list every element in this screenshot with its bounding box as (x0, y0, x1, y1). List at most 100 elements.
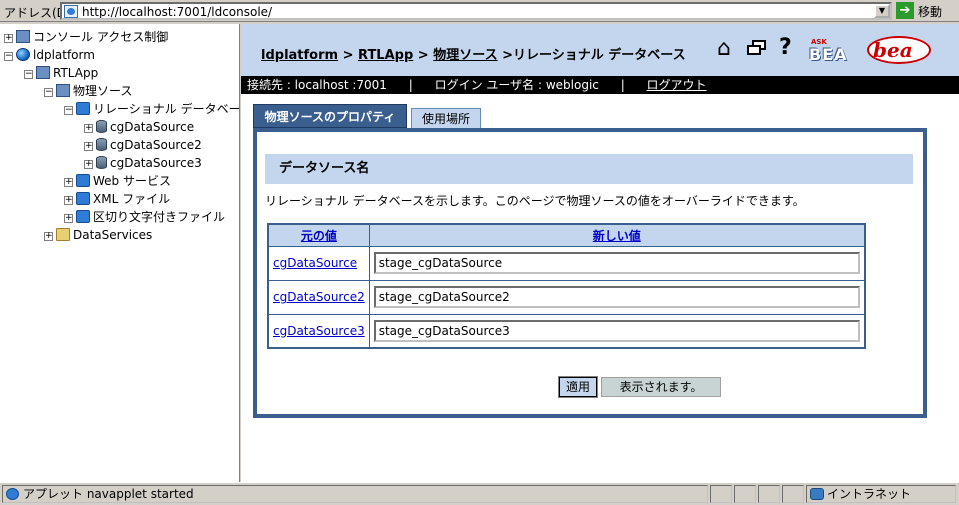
windows-icon[interactable] (747, 40, 767, 56)
tree-item-cgdatasource3[interactable]: + cgDataSource3 (84, 154, 202, 172)
new-value-input[interactable] (373, 319, 860, 342)
tree-item-physical-sources[interactable]: − 物理ソース (44, 82, 132, 100)
web-service-icon (76, 174, 90, 187)
tree-item-label: XML ファイル (93, 192, 171, 206)
expand-icon[interactable]: + (64, 196, 73, 205)
security-zone: イントラネット (806, 485, 956, 503)
original-value-link[interactable]: cgDataSource2 (273, 290, 365, 304)
expand-icon[interactable]: + (64, 178, 73, 187)
expand-icon[interactable]: + (84, 160, 93, 169)
col-original-header[interactable]: 元の値 (267, 223, 370, 247)
breadcrumb: ldplatform > RTLApp > 物理ソース >リレーショナル データ… (261, 44, 686, 63)
browser-status-bar: アプレット navapplet started イントラネット (0, 482, 959, 505)
tree-item-console-access[interactable]: + コンソール アクセス制御 (4, 28, 168, 46)
status-cell (782, 485, 804, 503)
login-user: ログイン ユーザ名 : weblogic (434, 78, 599, 92)
tree-item-label: 物理ソース (73, 84, 133, 98)
physical-source-icon (56, 84, 70, 97)
tree-item-label: Web サービス (93, 174, 171, 188)
relational-db-folder-icon (76, 102, 90, 115)
expand-icon[interactable]: + (84, 124, 93, 133)
tree-item-label: コンソール アクセス制御 (33, 30, 169, 44)
status-message: アプレット navapplet started (23, 487, 194, 501)
collapse-icon[interactable]: − (24, 70, 33, 79)
tree-item-label: RTLApp (53, 66, 99, 80)
tree-item-cgdatasource[interactable]: + cgDataSource (84, 118, 194, 136)
tree-item-web-services[interactable]: + Web サービス (64, 172, 171, 190)
tree-item-relational-db[interactable]: − リレーショナル データベー (64, 100, 240, 118)
tree-item-label: DataServices (73, 228, 153, 242)
col-new-header[interactable]: 新しい値 (368, 223, 866, 247)
tree-item-xml-files[interactable]: + XML ファイル (64, 190, 170, 208)
database-icon (96, 138, 107, 151)
description: リレーショナル データベースを示します。このページで物理ソースの値をオーバーライ… (265, 194, 805, 208)
original-value-link[interactable]: cgDataSource3 (273, 324, 365, 338)
tree-item-label: リレーショナル データベー (93, 102, 240, 116)
globe-icon (16, 48, 30, 61)
breadcrumb-separator: > (338, 48, 359, 63)
tree-item-dataservices[interactable]: + DataServices (44, 226, 152, 244)
page-header: ldplatform > RTLApp > 物理ソース >リレーショナル データ… (241, 24, 959, 76)
tree-item-ldplatform[interactable]: − ldplatform (4, 46, 95, 64)
original-value-cell: cgDataSource (267, 245, 370, 281)
address-bar: アドレス(D) http://localhost:7001/ldconsole/… (0, 0, 959, 22)
go-button[interactable]: ➔ 移動 (896, 2, 956, 20)
tree-item-label: cgDataSource2 (110, 138, 202, 152)
database-icon (96, 120, 107, 133)
page-icon (64, 5, 78, 18)
collapse-icon[interactable]: − (44, 88, 53, 97)
tab-usage[interactable]: 使用場所 (411, 108, 481, 128)
tab-properties[interactable]: 物理ソースのプロパティ (253, 104, 407, 128)
status-cell (734, 485, 756, 503)
chevron-down-icon[interactable]: ▼ (874, 4, 890, 18)
tree-item-rtlapp[interactable]: − RTLApp (24, 64, 98, 82)
logout-link[interactable]: ログアウト (647, 78, 707, 92)
status-cell (710, 485, 732, 503)
xml-file-icon (76, 192, 90, 205)
table-row: cgDataSource3 (267, 313, 866, 349)
separator: | (620, 78, 625, 92)
new-value-cell (368, 313, 866, 349)
collapse-icon[interactable]: − (4, 52, 13, 61)
table-row: cgDataSource (267, 245, 866, 281)
navigation-tree: + コンソール アクセス制御 − ldplatform − RTLApp − 物理ソース… (0, 24, 240, 482)
help-icon[interactable]: ? (779, 36, 792, 60)
original-value-link[interactable]: cgDataSource (273, 256, 357, 270)
delimited-file-icon (76, 210, 90, 223)
intranet-icon (810, 488, 824, 500)
breadcrumb-rtlapp[interactable]: RTLApp (358, 48, 413, 63)
breadcrumb-ldplatform[interactable]: ldplatform (261, 48, 338, 63)
tree-item-label: 区切り文字付きファイル (93, 210, 226, 224)
address-input[interactable]: http://localhost:7001/ldconsole/ ▼ (60, 2, 892, 20)
new-value-input[interactable] (373, 286, 860, 308)
main-content: ldplatform > RTLApp > 物理ソース >リレーショナル データ… (241, 24, 959, 482)
ask-bea-icon[interactable]: ASK BEA (809, 38, 855, 64)
table-row: cgDataSource2 (267, 279, 866, 315)
status-text: アプレット navapplet started (2, 485, 708, 503)
zone-label: イントラネット (827, 487, 912, 501)
connection-info: 接続先 : localhost :7001 (247, 78, 387, 92)
collapse-icon[interactable]: − (64, 106, 73, 115)
expand-icon[interactable]: + (4, 34, 13, 43)
status-cell (758, 485, 780, 503)
tree-item-label: cgDataSource3 (110, 156, 202, 170)
expand-icon[interactable]: + (64, 214, 73, 223)
tree-item-cgdatasource2[interactable]: + cgDataSource2 (84, 136, 202, 154)
breadcrumb-separator: > (413, 48, 434, 63)
tree-item-delimited-files[interactable]: + 区切り文字付きファイル (64, 208, 225, 226)
go-button-label: 移動 (918, 5, 943, 19)
console-access-icon (16, 30, 30, 43)
col-new-label: 新しい値 (592, 228, 641, 243)
tree-item-label: cgDataSource (110, 120, 195, 134)
home-icon[interactable]: ⌂ (717, 38, 731, 60)
shown-button[interactable]: 表示されます。 (601, 377, 721, 397)
expand-icon[interactable]: + (44, 232, 53, 241)
expand-icon[interactable]: + (84, 142, 93, 151)
apply-button[interactable]: 適用 (558, 376, 598, 398)
breadcrumb-physical-sources[interactable]: 物理ソース (433, 48, 497, 63)
folder-icon (56, 228, 70, 241)
session-bar: 接続先 : localhost :7001 | ログイン ユーザ名 : webl… (241, 76, 959, 94)
new-value-input[interactable] (373, 252, 860, 274)
properties-panel: データソース名 リレーショナル データベースを示します。このページで物理ソースの… (253, 128, 927, 418)
bea-logo-text: bea (873, 38, 913, 62)
